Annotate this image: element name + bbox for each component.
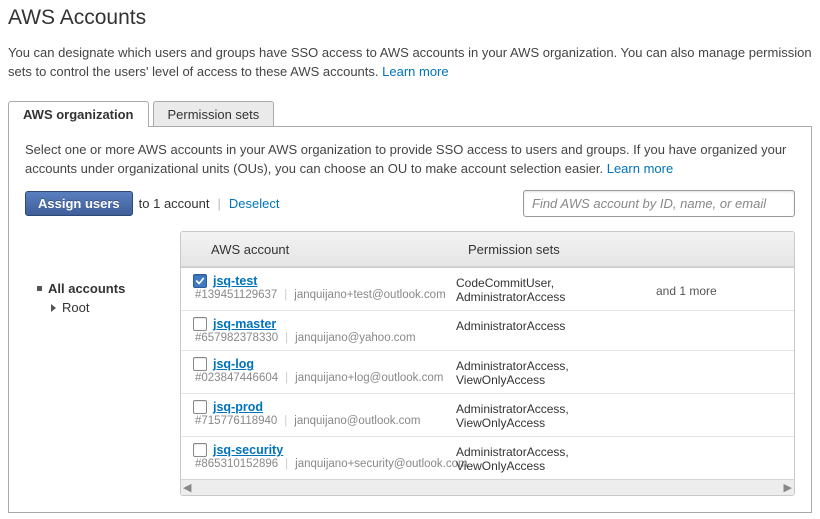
scroll-left-icon[interactable]: ◀ (183, 481, 191, 494)
panel-description: Select one or more AWS accounts in your … (25, 141, 795, 179)
learn-more-link[interactable]: Learn more (382, 64, 448, 79)
tree-node-label: All accounts (48, 281, 125, 296)
divider: | (285, 372, 288, 384)
cell-account: jsq-prod#715776118940 | janquijano@outlook… (193, 400, 456, 427)
content-row: All accounts Root AWS account Permission… (25, 231, 795, 496)
cell-account: jsq-master#657982378330 | janquijano@yahoo… (193, 317, 456, 344)
account-name-link[interactable]: jsq-prod (213, 400, 263, 414)
account-top: jsq-test (193, 274, 456, 288)
tree-node-label: Root (62, 300, 89, 315)
panel-aws-organization: Select one or more AWS accounts in your … (8, 126, 812, 514)
cell-more (656, 443, 782, 453)
deselect-link[interactable]: Deselect (229, 196, 280, 211)
table-header: AWS account Permission sets (181, 232, 794, 268)
panel-learn-more-link[interactable]: Learn more (607, 161, 673, 176)
ou-tree: All accounts Root (25, 231, 180, 496)
account-name-link[interactable]: jsq-test (213, 274, 257, 288)
row-checkbox[interactable] (193, 443, 207, 457)
col-header-account: AWS account (181, 232, 456, 267)
page-title: AWS Accounts (8, 6, 812, 30)
account-top: jsq-prod (193, 400, 456, 414)
row-checkbox[interactable] (193, 400, 207, 414)
table-body: jsq-test#139451129637 | janquijano+test@ou… (181, 268, 794, 479)
cell-more (656, 317, 782, 327)
account-id: #657982378330 (195, 332, 278, 344)
table-row[interactable]: jsq-log#023847446604 | janquijano+log@outl… (181, 351, 794, 394)
scroll-right-icon[interactable]: ▶ (784, 481, 792, 494)
caret-right-icon (51, 304, 56, 312)
account-email: janquijano@yahoo.com (295, 332, 415, 344)
action-bar: Assign users to 1 account | Deselect (25, 190, 795, 217)
account-subline: #139451129637 | janquijano+test@outlook.co… (193, 289, 456, 301)
cell-permission-sets: AdministratorAccess, ViewOnlyAccess (456, 443, 656, 473)
account-subline: #865310152896|janquijano+security@outloo… (193, 458, 456, 470)
cell-account: jsq-test#139451129637 | janquijano+test@ou… (193, 274, 456, 301)
account-top: jsq-security (193, 443, 456, 457)
account-email: janquijano+test@outlook.com (294, 289, 445, 301)
account-email: janquijano+security@outlook.com (295, 458, 467, 470)
account-subline: #657982378330 | janquijano@yahoo.com (193, 332, 456, 344)
account-name-link[interactable]: jsq-security (213, 443, 283, 457)
accounts-table: AWS account Permission sets jsq-test#139… (180, 231, 795, 496)
search-input[interactable] (523, 190, 795, 217)
account-id: #715776118940 (195, 415, 277, 427)
tab-aws-organization[interactable]: AWS organization (8, 101, 149, 127)
account-top: jsq-master (193, 317, 456, 331)
row-checkbox[interactable] (193, 357, 207, 371)
divider: | (285, 458, 288, 470)
account-subline: #023847446604 | janquijano+log@outlook.com (193, 372, 456, 384)
account-top: jsq-log (193, 357, 456, 371)
row-checkbox[interactable] (193, 274, 207, 288)
cell-permission-sets: AdministratorAccess, ViewOnlyAccess (456, 400, 656, 430)
account-name-link[interactable]: jsq-master (213, 317, 276, 331)
cell-account: jsq-security#865310152896|janquijano+sec… (193, 443, 456, 470)
divider: | (284, 289, 287, 301)
account-id: #865310152896 (195, 458, 278, 470)
account-email: janquijano+log@outlook.com (295, 372, 443, 384)
cell-permission-sets: AdministratorAccess (456, 317, 656, 333)
row-checkbox[interactable] (193, 317, 207, 331)
assign-users-button[interactable]: Assign users (25, 191, 133, 216)
divider: | (285, 332, 288, 344)
cell-permission-sets: CodeCommitUser, AdministratorAccess (456, 274, 656, 304)
bullet-icon (37, 286, 42, 291)
account-email: janquijano@outlook.com (294, 415, 420, 427)
divider: | (284, 415, 287, 427)
col-header-psets: Permission sets (456, 232, 794, 267)
tab-permission-sets[interactable]: Permission sets (153, 101, 275, 127)
page-intro: You can designate which users and groups… (8, 44, 812, 82)
cell-more (656, 400, 782, 410)
tree-node-all-accounts[interactable]: All accounts (37, 279, 172, 298)
assign-users-count: to 1 account (139, 196, 210, 211)
cell-account: jsq-log#023847446604 | janquijano+log@outl… (193, 357, 456, 384)
account-subline: #715776118940 | janquijano@outlook.com (193, 415, 456, 427)
table-row[interactable]: jsq-master#657982378330 | janquijano@yahoo… (181, 311, 794, 351)
account-id: #023847446604 (195, 372, 278, 384)
tree-node-root[interactable]: Root (37, 298, 172, 317)
table-row[interactable]: jsq-test#139451129637 | janquijano+test@ou… (181, 268, 794, 311)
table-row[interactable]: jsq-security#865310152896 | janquijano+sec… (181, 437, 794, 479)
horizontal-scrollbar[interactable]: ◀ ▶ (181, 479, 794, 495)
divider: | (217, 196, 220, 211)
cell-more: and 1 more (656, 274, 782, 298)
account-id: #139451129637 (195, 289, 277, 301)
table-row[interactable]: jsq-prod#715776118940 | janquijano@outlook… (181, 394, 794, 437)
cell-permission-sets: AdministratorAccess, ViewOnlyAccess (456, 357, 656, 387)
tab-bar: AWS organization Permission sets (8, 100, 812, 126)
account-name-link[interactable]: jsq-log (213, 357, 254, 371)
cell-more (656, 357, 782, 367)
